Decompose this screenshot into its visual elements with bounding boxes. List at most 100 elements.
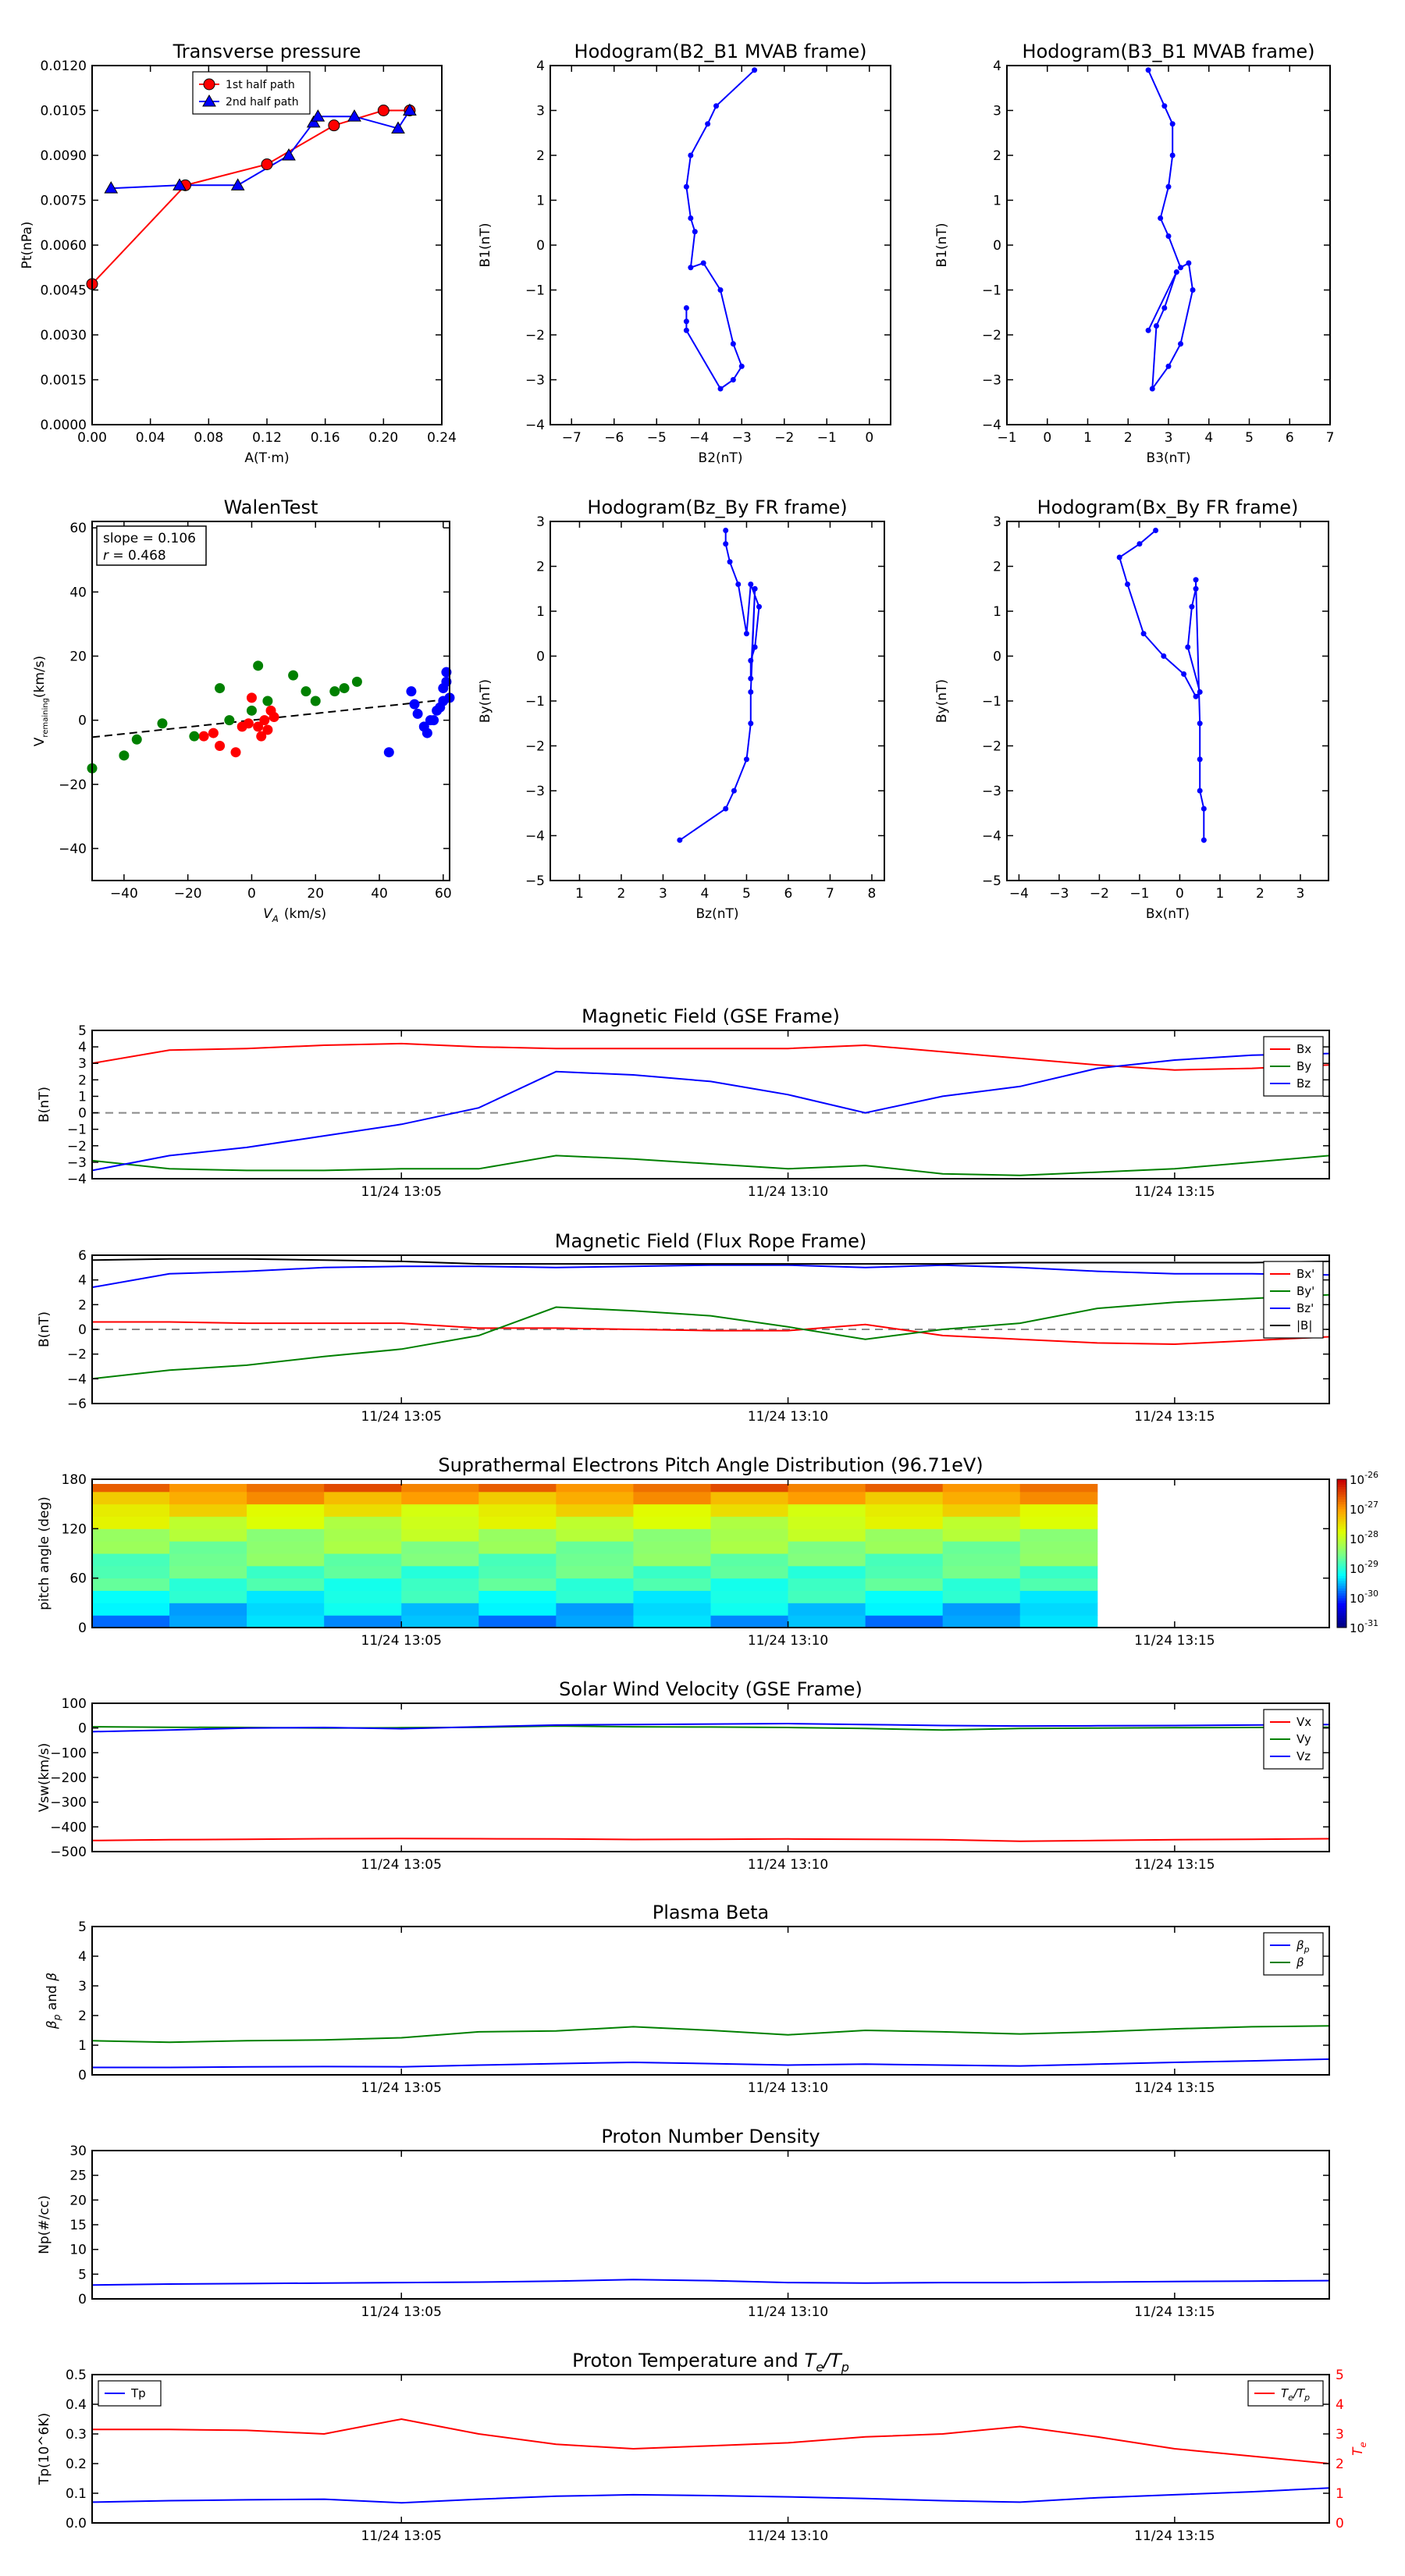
- heatmap-cell: [401, 1590, 479, 1603]
- colorbar-tick-label: 10-28: [1350, 1529, 1378, 1546]
- y-tick-label: 0: [78, 1621, 87, 1636]
- heatmap-cell: [556, 1553, 634, 1567]
- x-tick-label: 5: [742, 886, 751, 902]
- colorbar-segment: [1337, 1600, 1346, 1603]
- y-tick-label: −6: [67, 1397, 87, 1412]
- series-0-line: [1147, 69, 1194, 392]
- heatmap-cell: [324, 1578, 402, 1591]
- y-tick-label: −2: [67, 1347, 87, 1363]
- fit-annotation: slope = 0.106 r = 0.468: [96, 525, 207, 566]
- series-0-point: [688, 265, 694, 271]
- heatmap-cell: [92, 1578, 170, 1591]
- heatmap-cell: [92, 1516, 170, 1529]
- heatmap-cell: [478, 1516, 557, 1529]
- panel-1: −7 −6 −5 −4 −3 −2 −1 0 −4 −3 −2 −1 0 1 2 3 4 Hodogram(B2_…: [478, 41, 891, 466]
- heatmap-cell: [942, 1553, 1021, 1567]
- colorbar-segment: [1337, 1516, 1346, 1520]
- heatmap-cell: [92, 1553, 170, 1567]
- colorbar-segment: [1337, 1526, 1346, 1529]
- series-0-point: [1125, 582, 1130, 587]
- series-1sthalfpath-line: [92, 109, 410, 285]
- heatmap-cell: [324, 1541, 402, 1554]
- y-tick-label: 20: [69, 649, 87, 665]
- svg-text:βp and β: βp and β: [44, 1973, 62, 2030]
- y-tick-label: 0.4: [66, 2397, 87, 2413]
- heatmap-cell: [710, 1578, 789, 1591]
- y-axis-label: By(nT): [934, 679, 950, 723]
- y-axis-label: pitch angle (deg): [37, 1496, 52, 1610]
- series-group: [92, 2025, 1329, 2069]
- series-0-point: [688, 215, 694, 221]
- x-tick-label: 11/24 13:05: [361, 2304, 442, 2320]
- colorbar-segment: [1337, 1489, 1346, 1493]
- heatmap-cell: [865, 1603, 944, 1616]
- colorbar-segment: [1337, 1494, 1346, 1497]
- colorbar-segment: [1337, 1539, 1346, 1542]
- panel-5: −4 −3 −2 −1 0 1 2 3 −5 −4 −3 −2 −1 0 1 2 3 Hodogram(Bx_By…: [934, 496, 1329, 922]
- colorbar-segment: [1337, 1607, 1346, 1611]
- series-0-point: [748, 720, 754, 727]
- x-tick-label: 11/24 13:15: [1134, 2528, 1215, 2544]
- heatmap-cell: [401, 1491, 479, 1505]
- x-tick-label: 11/24 13:05: [361, 2080, 442, 2096]
- colorbar-segment: [1337, 1571, 1346, 1574]
- heatmap-cell: [324, 1484, 402, 1493]
- y-tick-label: −5: [525, 873, 545, 889]
- series-0-point: [1190, 287, 1196, 293]
- heatmap-cell: [942, 1578, 1021, 1591]
- colorbar-segment: [1337, 1543, 1346, 1546]
- heatmap-cell: [710, 1615, 789, 1628]
- series-0-point: [735, 582, 742, 587]
- y-tick-label: 25: [69, 2169, 87, 2184]
- colorbar-segment: [1337, 1484, 1346, 1487]
- chart-title: Plasma Beta: [653, 1902, 769, 1923]
- heatmap-cell: [788, 1541, 866, 1554]
- x-tick-label: −5: [647, 430, 667, 446]
- y-tick-label: 120: [62, 1521, 87, 1537]
- series-0-point: [1193, 577, 1199, 583]
- y-tick-label: 30: [69, 2144, 87, 2159]
- y-tick-label: 1: [78, 1089, 87, 1105]
- series-0-point: [1116, 554, 1122, 560]
- heatmap-cell: [324, 1528, 402, 1542]
- x-tick-label: −4: [1009, 886, 1029, 902]
- legend: Bx' By' Bz' |B|: [1263, 1261, 1324, 1339]
- heatmap-cell: [865, 1491, 944, 1505]
- y-tick-label: 0.0045: [41, 283, 87, 299]
- colorbar-segment: [1337, 1499, 1346, 1502]
- heatmap-cell: [247, 1615, 325, 1628]
- heatmap-cell: [556, 1603, 634, 1616]
- series-0-point: [717, 386, 724, 392]
- series-0-point: [743, 631, 749, 637]
- colorbar-segment: [1337, 1509, 1346, 1512]
- colorbar-segment: [1337, 1613, 1346, 1616]
- heatmap-cell: [710, 1503, 789, 1517]
- chart-title: Magnetic Field (GSE Frame): [582, 1005, 840, 1027]
- colorbar-segment: [1337, 1573, 1346, 1576]
- y-tick-label: 5: [78, 2267, 87, 2282]
- colorbar-tick-label: 10-27: [1350, 1500, 1378, 1517]
- heatmap-cell: [710, 1553, 789, 1567]
- heatmap-cell: [324, 1491, 402, 1505]
- series-0-point: [246, 692, 257, 703]
- series-0-point: [1197, 788, 1203, 794]
- series-0-point: [713, 103, 720, 109]
- legend-label-3: |B|: [1297, 1318, 1312, 1332]
- series-0-point: [1186, 260, 1192, 266]
- heatmap-cell: [556, 1503, 634, 1517]
- y-tick-label: −3: [982, 784, 1001, 799]
- colorbar-segment: [1337, 1617, 1346, 1621]
- colorbar-segment: [1337, 1503, 1346, 1507]
- series-1-point: [246, 705, 257, 716]
- y-axis-label: Vsw(km/s): [37, 1743, 52, 1813]
- series-0-point: [723, 541, 729, 547]
- series-0-point: [208, 728, 219, 738]
- y-tick-label: 0: [78, 1322, 87, 1338]
- x-tick-label: 0: [247, 886, 256, 902]
- heatmap-cell: [247, 1503, 325, 1517]
- colorbar-segment: [1337, 1531, 1346, 1535]
- x-tick-label: 20: [307, 886, 324, 902]
- y-tick-label: 15: [69, 2218, 87, 2233]
- plot-frame: [91, 2374, 1330, 2524]
- heatmap-cell: [788, 1603, 866, 1616]
